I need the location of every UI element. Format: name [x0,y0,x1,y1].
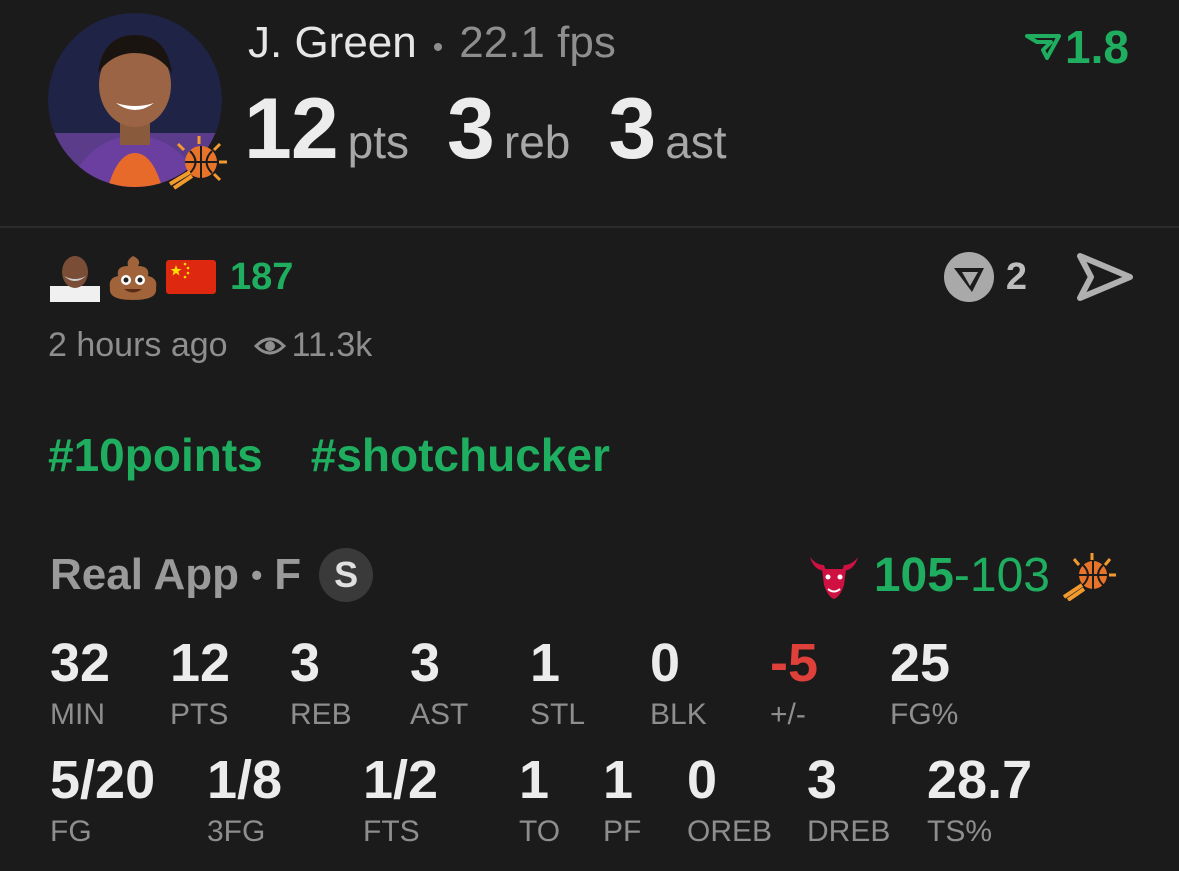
stat-fg: 5/20 FG [50,753,155,847]
stat-fg-pct: 25 FG% [890,636,958,730]
post-meta: 2 hours ago 11.3k [48,326,372,365]
stat-dreb: 3 DREB [807,753,890,847]
away-score: 103 [969,549,1050,602]
headline-reb-value: 3 [447,81,495,177]
player-position: F [274,550,302,599]
stat-label: DREB [807,815,891,848]
man-face-avatar-icon [48,252,102,302]
stat-label: 3FG [207,815,266,848]
stat-label: PTS [170,698,229,731]
stat-pts: 12 PTS [170,636,230,730]
stat-pf: 1 PF [603,753,641,847]
bulls-logo-icon [809,556,858,599]
post-actions: 2 [942,250,1133,304]
stat-value: 1/2 [363,750,439,810]
stat-label: AST [410,698,469,731]
score-separator: - [953,549,970,602]
comment-icon[interactable] [942,250,996,304]
stat-label: MIN [50,698,105,731]
stat-value: 0 [687,750,718,810]
stat-label: +/- [770,698,806,731]
game-source: Real App • F S [50,548,374,602]
starter-badge: S [319,548,374,602]
rating-arrow-icon [1025,34,1062,60]
stat-ts-pct: 28.7 TS% [927,753,1032,847]
stat-label: OREB [687,815,773,848]
headline-ast-unit: ast [665,116,727,168]
china-flag-icon [164,252,218,302]
stat-3fg: 1/8 3FG [207,753,282,847]
headline-stats: 12 pts 3 reb 3 ast [244,80,765,179]
stat-value: 1 [530,633,561,693]
stat-to: 1 TO [519,753,560,847]
stat-value: 0 [650,633,681,693]
stat-reb: 3 REB [290,636,352,730]
separator-dot: • [432,31,444,64]
suns-logo-icon [168,134,230,190]
headline-ast-value: 3 [608,81,656,177]
stat-value: 32 [50,633,111,693]
stat-oreb: 0 OREB [687,753,772,847]
eye-icon [253,337,286,354]
stat-label: FTS [363,815,420,848]
hashtag-list: #10points #shotchucker [48,428,658,482]
source-label: Real App [50,550,240,599]
stat-value: 1/8 [207,750,283,810]
view-count-value: 11.3k [291,326,373,364]
stat-label: TS% [927,815,993,848]
player-name-row: J. Green • 22.1 fps [248,18,616,68]
headline-pts-unit: pts [347,116,410,168]
stat-label: TO [519,815,561,848]
headline-pts-value: 12 [244,81,339,177]
stat-label: STL [530,698,586,731]
stat-value: 1 [603,750,634,810]
suns-logo-icon [1062,552,1116,601]
reaction-bar[interactable]: 187 [48,252,293,302]
hashtag[interactable]: #10points [48,428,263,482]
stat-value: 3 [290,633,321,693]
comment-count: 2 [1005,255,1027,298]
post-time: 2 hours ago [48,326,228,364]
reaction-count: 187 [230,255,294,298]
stat-label: FG [50,815,92,848]
stat-stl: 1 STL [530,636,585,730]
poop-emoji-icon [106,252,160,302]
stat-label: BLK [650,698,707,731]
divider [0,226,1179,228]
game-score[interactable]: 105 - 103 [794,548,1130,603]
stat-value: 25 [890,633,951,693]
stat-plus-minus: -5 +/- [770,636,818,730]
stat-value: 3 [410,633,441,693]
view-count: 11.3k [253,326,373,365]
stat-label: PF [603,815,642,848]
stat-value: 12 [170,633,231,693]
stat-ast: 3 AST [410,636,468,730]
separator-dot: • [251,556,263,593]
stat-value: 3 [807,750,838,810]
home-score: 105 [873,549,954,602]
send-icon[interactable] [1077,252,1133,302]
rating-value: 1.8 [1065,21,1129,73]
player-name[interactable]: J. Green [248,18,417,68]
stat-min: 32 MIN [50,636,110,730]
stat-label: REB [290,698,352,731]
stat-value: 5/20 [50,750,156,810]
stat-blk: 0 BLK [650,636,707,730]
hashtag[interactable]: #shotchucker [311,428,610,482]
game-summary-row: Real App • F S 105 - 103 [50,548,1130,608]
stat-value: -5 [770,633,819,693]
stat-value: 1 [519,750,550,810]
fantasy-points: 22.1 fps [459,18,616,67]
player-header: J. Green • 22.1 fps 12 pts 3 reb 3 ast 1… [0,0,1179,226]
headline-reb-unit: reb [503,116,571,168]
stat-value: 28.7 [927,750,1033,810]
player-rating[interactable]: 1.8 [1025,20,1129,74]
stat-label: FG% [890,698,959,731]
stat-fts: 1/2 FTS [363,753,438,847]
